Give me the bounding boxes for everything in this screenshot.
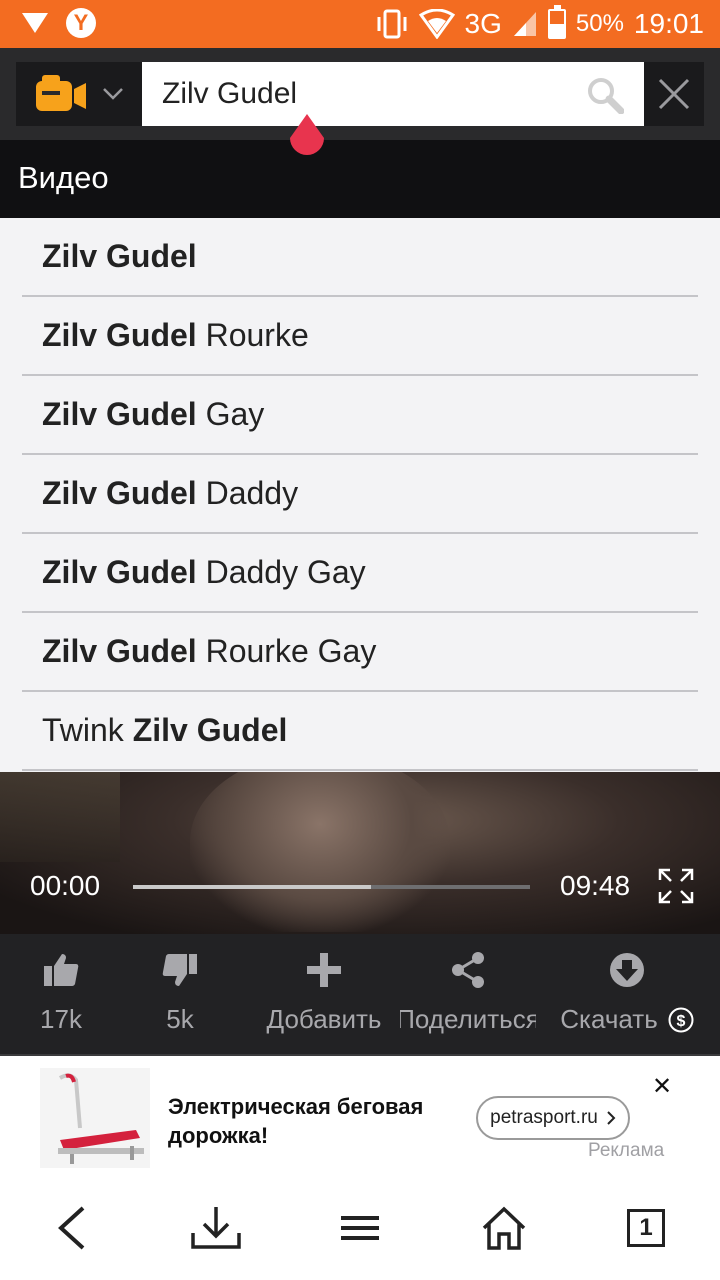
video-actions: 17k 5k Добавить Поделиться Скачать $ [0,934,720,1056]
back-button[interactable] [42,1202,102,1254]
battery-icon [547,5,566,39]
treadmill-image [40,1068,150,1168]
menu-icon [341,1216,379,1240]
yandex-browser-icon: Y [66,8,96,38]
back-arrow-icon [58,1206,85,1250]
share-label: Поделиться [400,1004,536,1034]
clock: 19:01 [633,8,704,39]
duration: 09:48 [560,870,631,901]
svg-text:$: $ [676,1013,685,1030]
chevron-right-icon [607,1111,616,1125]
text-cursor-handle[interactable] [286,112,328,160]
tabs-count: 1 [627,1209,665,1247]
plus-icon [307,953,341,987]
suggestion-item[interactable]: Zilv Gudel Daddy [22,455,698,534]
suggestion-rest: Daddy Gay [196,554,366,590]
download-icon [610,953,644,987]
home-button[interactable] [474,1202,534,1254]
suggestion-item[interactable]: Zilv Gudel Rourke Gay [22,613,698,692]
section-title: Видео [18,160,109,195]
status-bar: Y 3G 50% 19:01 [0,0,720,48]
downloads-button[interactable] [186,1202,246,1254]
suggestion-item[interactable]: Zilv Gudel Gay [22,376,698,455]
chevron-down-icon [103,88,123,100]
video-frame [0,772,120,862]
close-icon [658,78,690,110]
progress-bar[interactable] [133,885,530,889]
suggestion-match: Zilv Gudel [42,396,197,432]
download-label: Скачать [560,1004,658,1034]
video-player[interactable]: 00:00 09:48 [0,772,720,934]
like-count: 17k [40,1004,82,1034]
video-camera-icon [36,75,86,111]
add-label: Добавить [266,1004,382,1034]
progress-buffered [133,885,372,889]
browser-nav: 1 [0,1180,720,1280]
suggestion-rest: Daddy [196,475,299,511]
ad-link-label: petrasport.ru [490,1107,598,1128]
ad-label: Реклама [588,1140,665,1161]
suggestion-match: Zilv Gudel [42,475,197,511]
suggestion-item[interactable]: Zilv Gudel [22,218,698,297]
suggestion-match: Zilv Gudel [132,712,288,748]
menu-button[interactable] [330,1202,390,1254]
clear-button[interactable] [644,62,704,126]
vibrate-icon [377,9,407,39]
battery-level: 50% [575,10,624,37]
download-tray-icon [191,1207,241,1249]
source-selector[interactable] [16,62,142,126]
share-button[interactable]: Поделиться [400,950,536,1046]
suggestion-match: Zilv Gudel [42,238,197,274]
dislike-button[interactable]: 5k [145,950,215,1046]
suggestion-item[interactable]: Zilv Gudel Rourke [22,297,698,376]
network-type: 3G [464,8,502,39]
search-box[interactable] [142,62,644,126]
search-input[interactable] [162,70,582,118]
suggestion-prefix: Twink [42,712,133,748]
notification-icon [22,13,48,33]
dislike-count: 5k [166,1004,194,1034]
section-header: Видео [0,140,720,218]
suggestion-item[interactable]: Twink Zilv Gudel [22,692,698,771]
home-icon [482,1206,526,1250]
signal-icon [513,12,536,36]
add-button[interactable]: Добавить [262,950,386,1046]
download-button[interactable]: Скачать $ [558,950,696,1046]
suggestion-match: Zilv Gudel [42,317,197,353]
wifi-icon [418,9,455,39]
like-button[interactable]: 17k [26,950,96,1046]
suggestion-match: Zilv Gudel [42,633,197,669]
suggestion-rest: Rourke Gay [196,633,377,669]
suggestion-match: Zilv Gudel [42,554,197,590]
ad-link-button[interactable]: petrasport.ru [476,1096,630,1140]
ad-close-icon[interactable]: ✕ [652,1072,672,1101]
ad-banner[interactable]: Электрическая беговая дорожка! petraspor… [0,1056,720,1180]
tabs-button[interactable]: 1 [616,1202,676,1254]
search-header [0,48,720,140]
thumbs-up-icon [44,954,79,986]
share-icon [452,952,484,988]
thumbs-down-icon [162,954,197,986]
ad-headline: Электрическая беговая дорожка! [168,1094,424,1148]
suggestion-rest: Rourke [196,317,309,353]
video-content [190,772,450,932]
fullscreen-icon[interactable] [658,868,694,904]
suggestion-list: Zilv Gudel Zilv Gudel Rourke Zilv Gudel … [0,218,720,990]
current-time: 00:00 [30,870,101,901]
search-icon[interactable] [586,76,624,114]
suggestion-item[interactable]: Zilv Gudel Daddy Gay [22,534,698,613]
dollar-icon: $ [668,1007,694,1032]
suggestion-rest: Gay [196,396,265,432]
